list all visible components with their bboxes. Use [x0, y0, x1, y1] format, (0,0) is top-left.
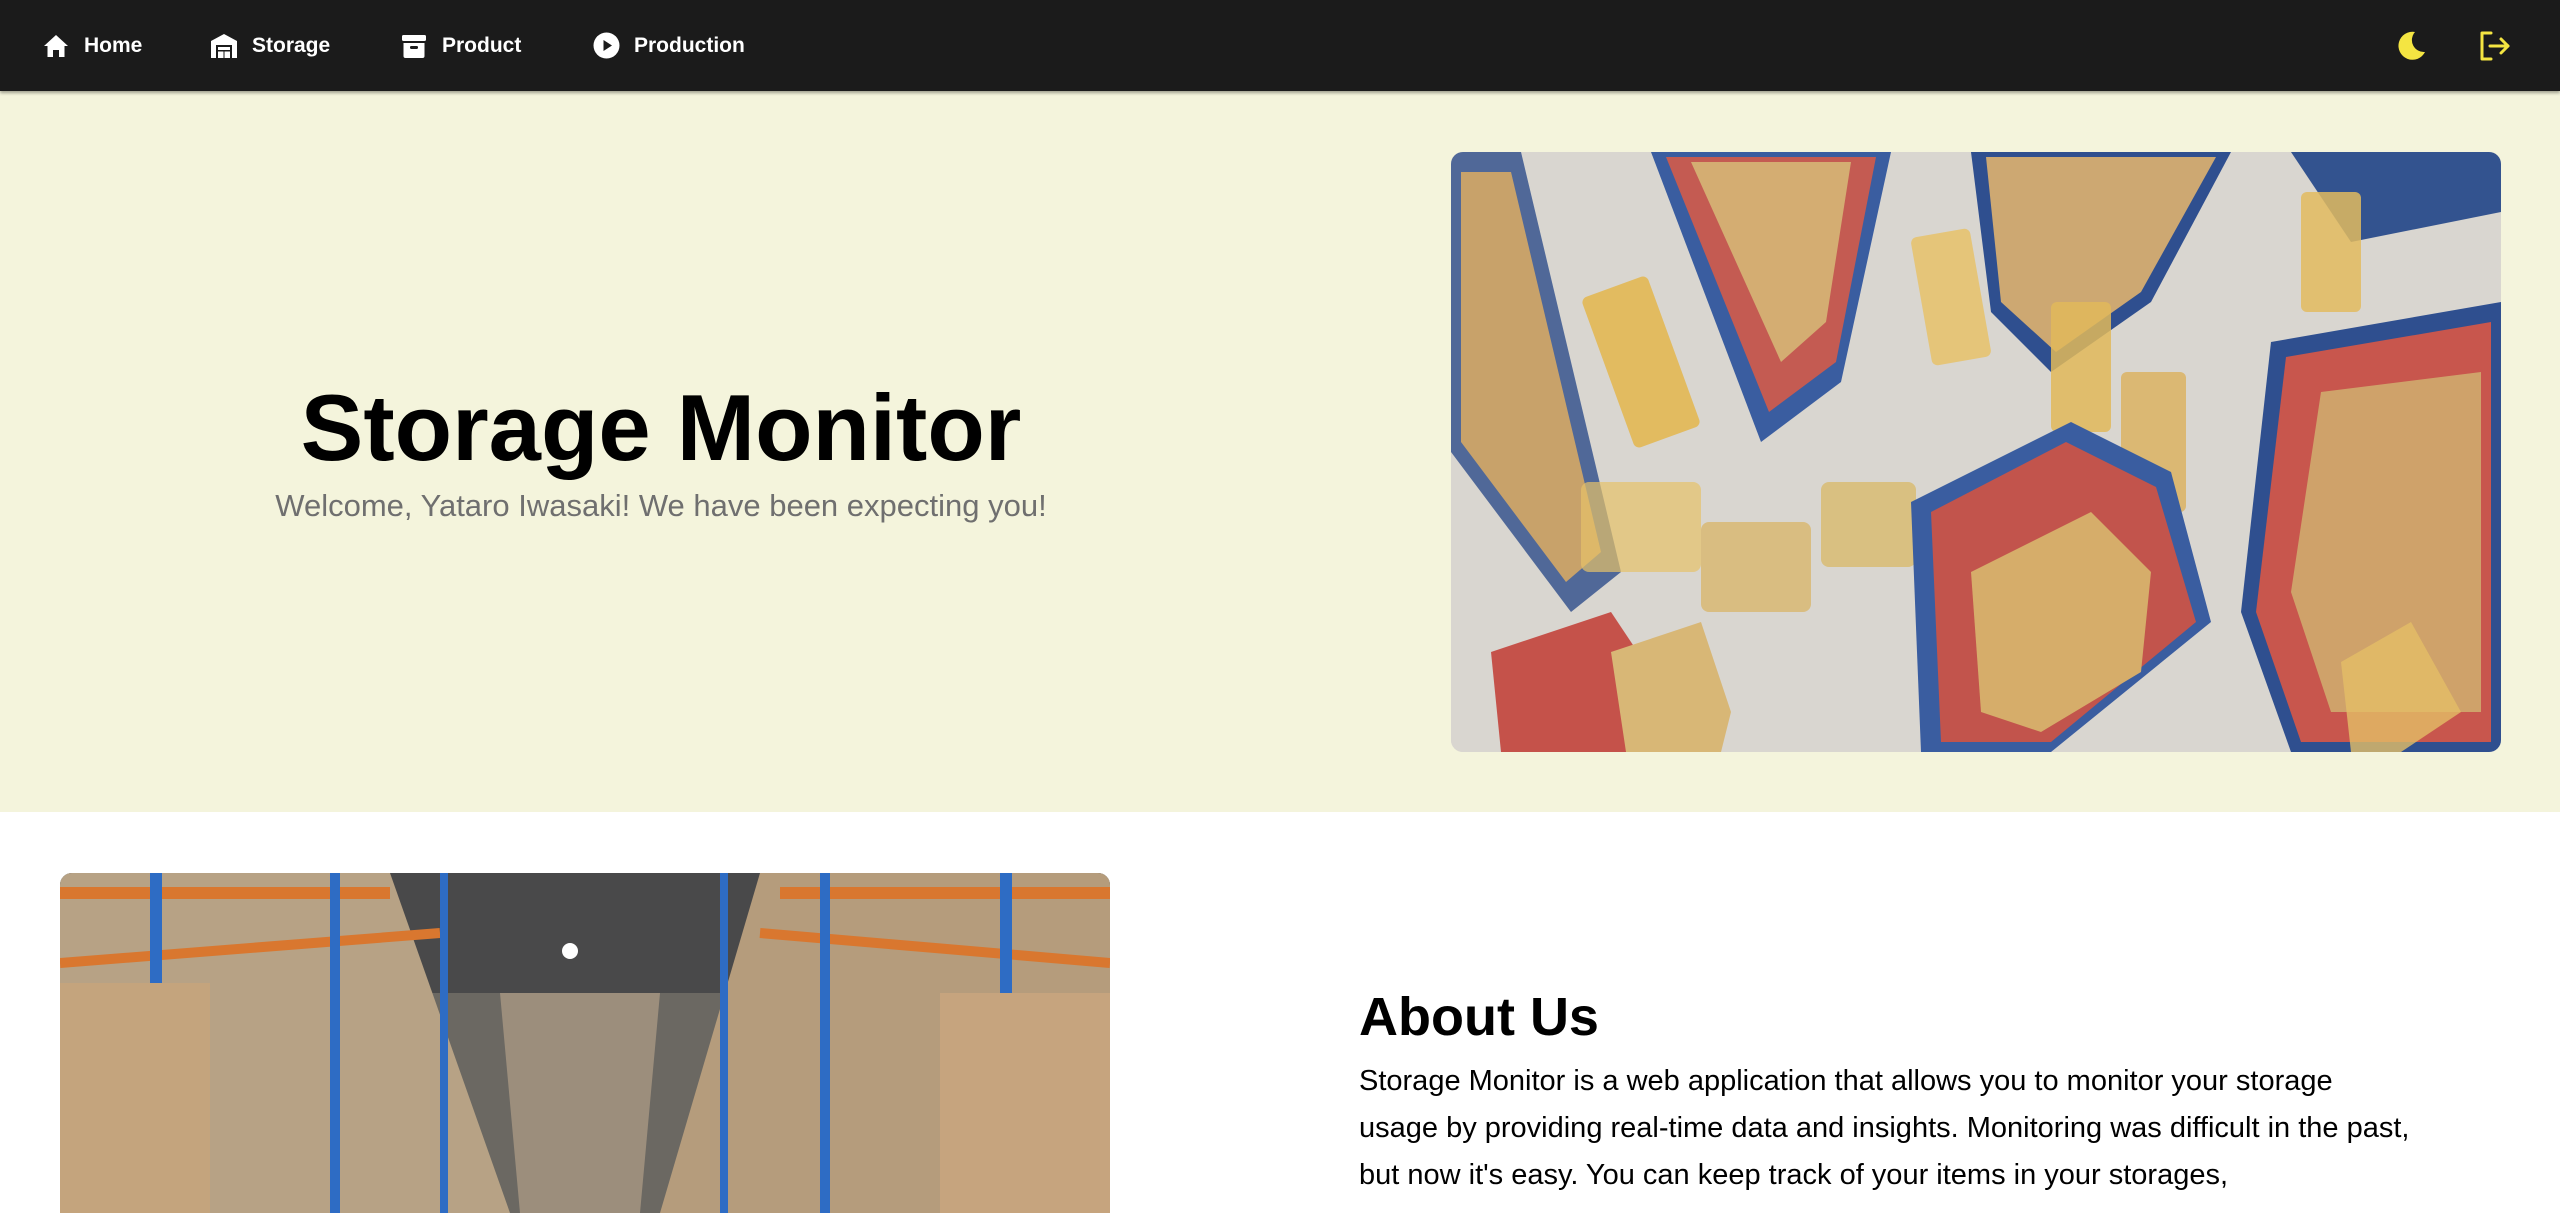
nav-storage[interactable]: Storage — [210, 0, 330, 91]
hero-text-block: Storage Monitor Welcome, Yataro Iwasaki!… — [0, 91, 1322, 812]
about-text-block: About Us Storage Monitor is a web applic… — [1359, 990, 2419, 1199]
about-title: About Us — [1359, 987, 1599, 1047]
hero-section: Storage Monitor Welcome, Yataro Iwasaki!… — [0, 91, 2560, 812]
welcome-message: Welcome, Yataro Iwasaki! We have been ex… — [275, 487, 1047, 523]
about-section: About Us Storage Monitor is a web applic… — [0, 812, 2560, 1213]
nav-home-label: Home — [84, 33, 143, 57]
warehouse-icon — [210, 32, 238, 60]
top-navbar: Home Storage Product Production — [0, 0, 2560, 91]
moon-icon[interactable] — [2393, 28, 2429, 64]
nav-home[interactable]: Home — [42, 0, 142, 91]
nav-production[interactable]: Production — [592, 0, 745, 91]
nav-production-label: Production — [634, 33, 745, 57]
warehouse-aerial-image — [1451, 152, 2501, 752]
home-icon — [42, 32, 70, 60]
page-title: Storage Monitor — [300, 375, 1022, 481]
warehouse-aisle-image — [60, 873, 1110, 1213]
nav-product[interactable]: Product — [400, 0, 521, 91]
nav-product-label: Product — [442, 33, 522, 57]
logout-icon[interactable] — [2477, 28, 2513, 64]
nav-storage-label: Storage — [252, 33, 331, 57]
archive-box-icon — [400, 32, 428, 60]
play-circle-icon — [592, 32, 620, 60]
about-description: Storage Monitor is a web application tha… — [1359, 1065, 2410, 1191]
